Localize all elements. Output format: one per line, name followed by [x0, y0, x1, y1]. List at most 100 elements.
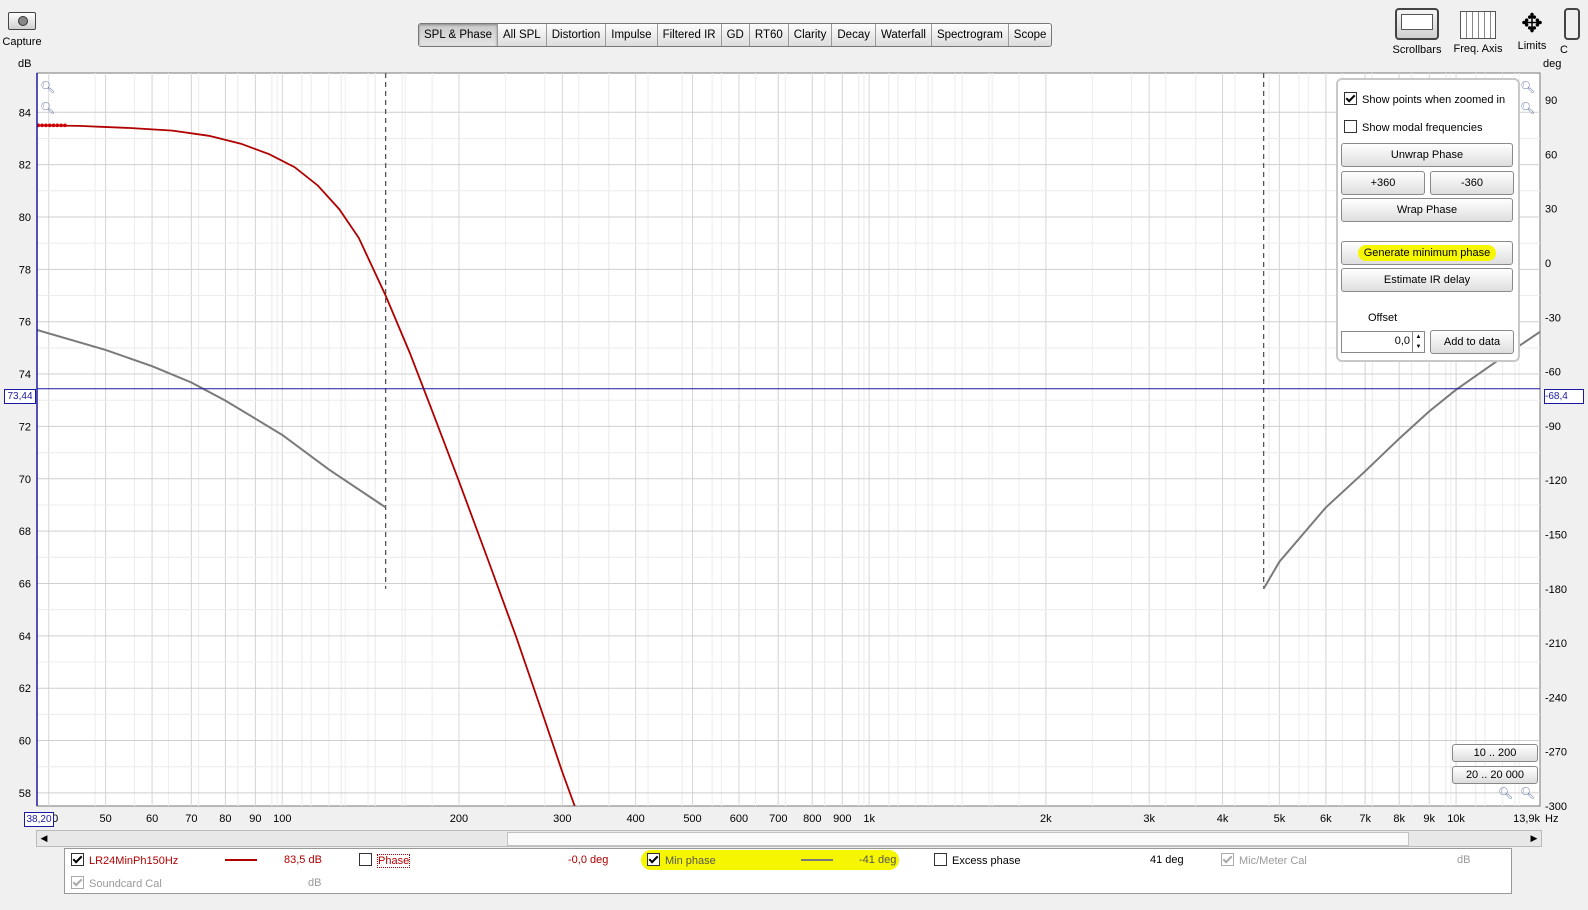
x-tick-label: 80 [219, 813, 231, 825]
soundcard-cal-checkbox[interactable] [71, 876, 84, 889]
left-tick-label: 68 [19, 526, 31, 538]
mic-cal-value: dB [1457, 854, 1471, 866]
wrap-phase-button[interactable]: Wrap Phase [1341, 198, 1513, 222]
left-tick-label: 76 [19, 317, 31, 329]
offset-spinner-icon[interactable]: ▲ ▼ [1412, 332, 1424, 352]
tab-waterfall[interactable]: Waterfall [876, 24, 932, 46]
show-points-checkbox[interactable] [1344, 92, 1357, 105]
x-tick-label: 13,9k [1513, 813, 1540, 825]
phase-label: Phase [377, 854, 411, 868]
spl-trace-line [37, 124, 576, 806]
zoom-x-out-icon[interactable]: 🔍︎ [1520, 786, 1535, 800]
legend-spl-item[interactable]: LR24MinPh150Hz [71, 853, 178, 867]
legend-excess-phase-item[interactable]: Excess phase [934, 853, 1020, 867]
mic-cal-label: Mic/Meter Cal [1239, 855, 1307, 867]
x-axis-unit: Hz [1545, 813, 1559, 825]
x-tick-label: 2k [1040, 813, 1052, 825]
zoom-out-right-icon[interactable]: 🔍︎ [1520, 101, 1535, 115]
zoom-in-icon[interactable]: 🔍︎ [40, 80, 55, 94]
tab-filtered-ir[interactable]: Filtered IR [658, 24, 722, 46]
x-start-readout: 38,20 [24, 812, 54, 827]
right-tick-label: 90 [1545, 95, 1557, 107]
show-modal-label: Show modal frequencies [1362, 122, 1483, 134]
x-tick-label: 300 [553, 813, 571, 825]
add-to-data-button[interactable]: Add to data [1430, 330, 1514, 354]
tab-all-spl[interactable]: All SPL [498, 24, 547, 46]
x-tick-label: 700 [769, 813, 787, 825]
tab-spectrogram[interactable]: Spectrogram [932, 24, 1009, 46]
x-tick-label: 400 [626, 813, 644, 825]
tab-impulse[interactable]: Impulse [606, 24, 658, 46]
unwrap-phase-button[interactable]: Unwrap Phase [1341, 143, 1513, 167]
phase-tools-panel: Show points when zoomed in Show modal fr… [1336, 78, 1520, 362]
tab-scope[interactable]: Scope [1009, 24, 1052, 46]
min-phase-line-swatch [801, 859, 833, 861]
spl-data-point [59, 123, 63, 128]
tab-gd[interactable]: GD [722, 24, 750, 46]
mic-cal-checkbox[interactable] [1221, 853, 1234, 866]
right-tick-label: -60 [1545, 367, 1561, 379]
plus-360-button[interactable]: +360 [1341, 171, 1425, 195]
tab-rt60[interactable]: RT60 [750, 24, 789, 46]
zoom-out-icon[interactable]: 🔍︎ [40, 101, 55, 115]
right-tick-label: -120 [1545, 475, 1567, 487]
camera-icon [8, 12, 36, 30]
phase-value: -0,0 deg [568, 854, 609, 866]
left-tick-label: 74 [19, 369, 31, 381]
x-tick-label: 3k [1143, 813, 1155, 825]
tab-distortion[interactable]: Distortion [547, 24, 607, 46]
spl-data-point [51, 123, 56, 128]
left-tick-label: 84 [19, 107, 31, 119]
scroll-left-arrow-icon[interactable]: ◀ [37, 831, 51, 846]
legend-min-phase-item[interactable]: Min phase [647, 853, 716, 867]
show-modal-option[interactable]: Show modal frequencies [1344, 120, 1482, 134]
right-tick-label: -300 [1545, 801, 1567, 813]
scrollbars-button[interactable]: Scrollbars [1392, 8, 1442, 56]
horizontal-scrollbar[interactable]: ◀ ▶ [36, 830, 1542, 847]
cut-toolbar-button[interactable]: C [1560, 8, 1588, 56]
offset-value: 0,0 [1394, 335, 1410, 347]
spl-checkbox[interactable] [71, 853, 84, 866]
zoom-in-right-icon[interactable]: 🔍︎ [1520, 80, 1535, 94]
range-10-200-button[interactable]: 10 .. 200 [1452, 744, 1538, 762]
x-tick-label: 1k [863, 813, 875, 825]
capture-button[interactable]: Capture [2, 8, 42, 54]
x-tick-label: 90 [249, 813, 261, 825]
min-phase-label: Min phase [665, 855, 716, 867]
x-tick-label: 4k [1217, 813, 1229, 825]
legend-soundcard-cal-item[interactable]: Soundcard Cal [71, 876, 162, 890]
scrollbar-thumb[interactable] [507, 832, 1409, 846]
tab-spl-phase[interactable]: SPL & Phase [419, 24, 498, 46]
spl-data-point [36, 123, 41, 128]
tab-decay[interactable]: Decay [832, 24, 876, 46]
x-tick-label: 10k [1447, 813, 1465, 825]
show-modal-checkbox[interactable] [1344, 120, 1357, 133]
estimate-ir-delay-button[interactable]: Estimate IR delay [1341, 268, 1513, 292]
scroll-right-arrow-icon[interactable]: ▶ [1527, 831, 1541, 846]
right-tick-label: -240 [1545, 692, 1567, 704]
min-phase-checkbox[interactable] [647, 853, 660, 866]
freq-axis-button[interactable]: Freq. Axis [1450, 8, 1506, 55]
minus-360-button[interactable]: -360 [1430, 171, 1514, 195]
x-tick-label: 70 [185, 813, 197, 825]
left-tick-label: 58 [19, 788, 31, 800]
legend-phase-item[interactable]: Phase [359, 853, 411, 868]
cursor-right-readout: -68,4 [1544, 389, 1584, 404]
generate-minimum-phase-button[interactable]: Generate minimum phase [1341, 241, 1513, 265]
legend-mic-cal-item[interactable]: Mic/Meter Cal [1221, 853, 1307, 867]
phase-checkbox[interactable] [359, 853, 372, 866]
show-points-option[interactable]: Show points when zoomed in [1344, 92, 1505, 106]
limits-button[interactable]: ✥ Limits [1512, 8, 1552, 52]
excess-phase-checkbox[interactable] [934, 853, 947, 866]
spl-data-point [44, 123, 48, 128]
x-tick-label: 6k [1320, 813, 1332, 825]
excess-phase-label: Excess phase [952, 855, 1021, 867]
tab-clarity[interactable]: Clarity [789, 24, 833, 46]
x-tick-label: 60 [146, 813, 158, 825]
zoom-x-in-icon[interactable]: 🔍︎ [1498, 786, 1513, 800]
right-tick-label: 0 [1545, 258, 1551, 270]
offset-field[interactable]: 0,0 ▲ ▼ [1341, 331, 1425, 353]
right-tick-label: -210 [1545, 638, 1567, 650]
range-20-20000-button[interactable]: 20 .. 20 000 [1452, 766, 1538, 784]
spl-data-point [47, 123, 52, 128]
